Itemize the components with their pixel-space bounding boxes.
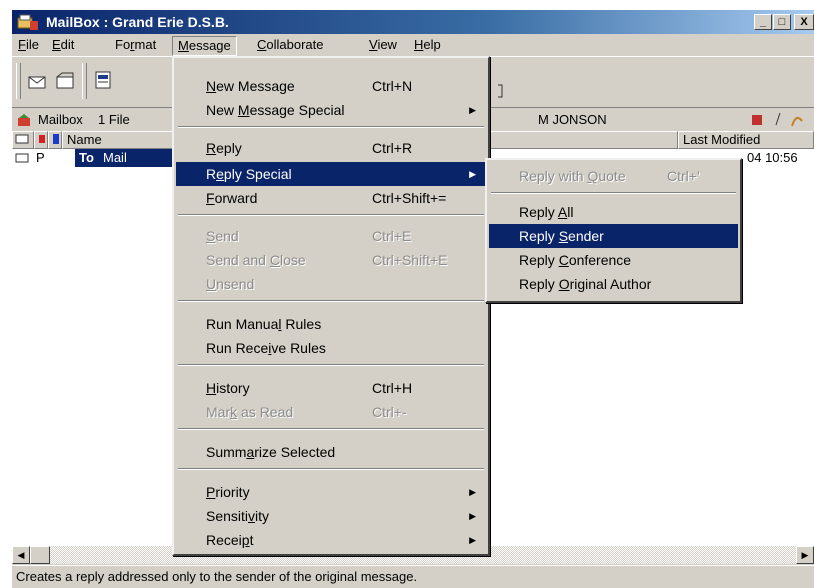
menu-item-sensitivity[interactable]: Sensitivity ▶ — [176, 504, 486, 528]
toolbar-grip[interactable] — [16, 63, 21, 99]
menu-item-mark-as-read[interactable]: Mark as Read Ctrl+- — [176, 400, 486, 424]
reply-special-submenu: Reply with Quote Ctrl+' Reply All Reply … — [485, 158, 742, 303]
menu-item-send[interactable]: Send Ctrl+E — [176, 224, 486, 248]
menu-view[interactable]: View — [369, 37, 397, 52]
message-menu: New Message Ctrl+N New Message Special ▶… — [172, 56, 490, 556]
mailbox-icon — [18, 114, 30, 126]
menu-collaborate[interactable]: Collaborate — [257, 37, 324, 52]
menu-item-reply-original-author[interactable]: Reply Original Author — [489, 272, 738, 296]
status-text: Creates a reply addressed only to the se… — [16, 569, 418, 584]
toolbar-edge-icon — [498, 84, 503, 98]
column-type[interactable] — [12, 131, 34, 149]
menu-item-run-manual-rules[interactable]: Run Manual Rules — [176, 312, 486, 336]
status-bar: Creates a reply addressed only to the se… — [12, 565, 814, 588]
owner-name: M JONSON — [538, 112, 607, 127]
column-last-modified[interactable]: Last Modified — [678, 131, 814, 149]
toolbar-separator — [82, 63, 87, 99]
menu-item-new-message[interactable]: New Message Ctrl+N — [176, 74, 486, 98]
menu-item-new-message-special[interactable]: New Message Special ▶ — [176, 98, 486, 122]
scroll-left-button[interactable]: ◀ — [12, 546, 30, 564]
document-list-icon[interactable] — [92, 69, 114, 91]
row-to: To — [79, 150, 94, 165]
new-mail-icon[interactable] — [26, 69, 48, 91]
menu-bar: File Edit Format Collaborate View Help — [12, 34, 814, 56]
shortcut-label: Ctrl+Shift+E — [372, 252, 448, 268]
maximize-button[interactable]: □ — [773, 14, 791, 30]
row-name-cell[interactable]: To Mail — [75, 149, 175, 167]
row-type-flag: P — [36, 150, 45, 165]
minimize-icon: _ — [759, 16, 767, 28]
shortcut-label: Ctrl+H — [372, 380, 413, 396]
window-title: MailBox : Grand Erie D.S.B. — [46, 14, 229, 30]
row-name: Mail — [103, 150, 127, 165]
menu-format[interactable]: Format — [115, 37, 156, 52]
shortcut-label: Ctrl+E — [372, 228, 412, 244]
close-button[interactable]: X — [794, 14, 814, 30]
menu-separator — [178, 214, 484, 216]
menu-item-forward[interactable]: Forward Ctrl+Shift+= — [176, 186, 486, 210]
menu-separator — [491, 192, 736, 194]
submenu-arrow-icon: ▶ — [469, 511, 476, 521]
column-flag[interactable] — [34, 131, 48, 149]
menu-item-priority[interactable]: Priority ▶ — [176, 480, 486, 504]
submenu-arrow-icon: ▶ — [469, 105, 476, 115]
menu-edit[interactable]: Edit — [52, 37, 74, 52]
menu-item-reply[interactable]: Reply Ctrl+R — [176, 136, 486, 160]
menu-message[interactable]: Message — [172, 36, 237, 56]
shortcut-label: Ctrl+Shift+= — [372, 190, 447, 206]
menu-item-reply-special[interactable]: Reply Special ▶ — [176, 162, 486, 186]
submenu-arrow-icon: ▶ — [469, 169, 476, 179]
attachment-column-icon — [53, 134, 59, 144]
menu-separator — [178, 428, 484, 430]
shortcut-label: Ctrl+R — [372, 140, 413, 156]
flag-column-icon — [39, 135, 45, 143]
scroll-left-icon: ◀ — [17, 550, 25, 560]
scroll-thumb[interactable] — [30, 546, 50, 564]
menu-item-summarize-selected[interactable]: Summarize Selected — [176, 440, 486, 464]
menu-item-receipt[interactable]: Receipt ▶ — [176, 528, 486, 552]
row-last-modified: 04 10:56 — [747, 150, 798, 165]
menu-separator — [178, 126, 484, 128]
menu-item-reply-with-quote[interactable]: Reply with Quote Ctrl+' — [489, 164, 738, 188]
minimize-button[interactable]: _ — [754, 14, 772, 30]
shortcut-label: Ctrl+N — [372, 78, 413, 94]
type-column-icon — [15, 134, 29, 144]
scroll-right-icon: ▶ — [801, 550, 809, 560]
menu-separator — [178, 468, 484, 470]
title-bar[interactable]: MailBox : Grand Erie D.S.B. _ □ X — [12, 10, 814, 34]
mail-type-icon — [15, 153, 29, 163]
scroll-right-button[interactable]: ▶ — [796, 546, 814, 564]
menu-item-history[interactable]: History Ctrl+H — [176, 376, 486, 400]
shortcut-label: Ctrl+' — [667, 168, 700, 184]
menu-item-reply-all[interactable]: Reply All — [489, 200, 738, 224]
menu-item-run-receive-rules[interactable]: Run Receive Rules — [176, 336, 486, 360]
menu-help[interactable]: Help — [414, 37, 441, 52]
menu-separator — [178, 300, 484, 302]
menu-item-reply-conference[interactable]: Reply Conference — [489, 248, 738, 272]
mailbox-app-icon — [17, 14, 38, 30]
menu-item-unsend[interactable]: Unsend — [176, 272, 486, 296]
open-folder-icon[interactable] — [54, 69, 76, 91]
close-icon: X — [800, 16, 808, 28]
submenu-arrow-icon: ▶ — [469, 487, 476, 497]
menu-item-reply-sender[interactable]: Reply Sender — [489, 224, 738, 248]
menu-file[interactable]: File — [18, 37, 39, 52]
menu-item-send-and-close[interactable]: Send and Close Ctrl+Shift+E — [176, 248, 486, 272]
maximize-icon: □ — [778, 16, 786, 28]
submenu-arrow-icon: ▶ — [469, 535, 476, 545]
file-count: 1 File — [98, 112, 130, 127]
attachment-icons — [752, 112, 803, 127]
shortcut-label: Ctrl+- — [372, 404, 407, 420]
column-attachment[interactable] — [48, 131, 62, 149]
menu-separator — [178, 364, 484, 366]
mailbox-label: Mailbox — [38, 112, 83, 127]
